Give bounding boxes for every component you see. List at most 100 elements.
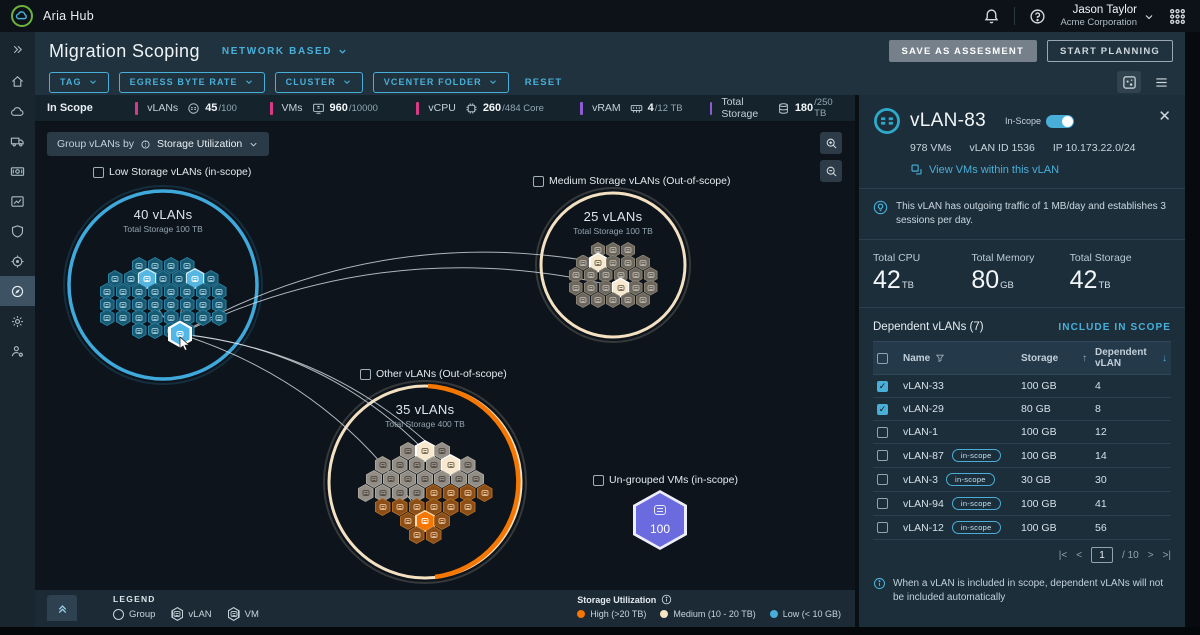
filter-button-vcenter-folder[interactable]: VCENTER FOLDER — [373, 72, 509, 93]
filter-button-tag[interactable]: TAG — [49, 72, 109, 93]
column-header-name[interactable]: Name — [899, 342, 1017, 375]
vlan-glyph-icon — [422, 518, 429, 524]
zoom-in-button[interactable] — [820, 132, 842, 154]
vlan-glyph-icon — [625, 260, 632, 266]
chevron-down-icon — [1143, 10, 1155, 22]
traffic-insight: This vLAN has outgoing traffic of 1 MB/d… — [896, 200, 1171, 227]
vlan-glyph-icon — [176, 276, 183, 282]
row-checkbox[interactable] — [877, 522, 888, 533]
in-scope-toggle[interactable] — [1046, 115, 1074, 128]
include-in-scope-button[interactable]: INCLUDE IN SCOPE — [1058, 322, 1171, 333]
help-icon[interactable] — [1029, 8, 1046, 25]
vlan-details-panel: ✕ vLAN-83 In-Scope 978 VMs vLAN ID 1536 … — [855, 95, 1185, 635]
sidebar-item-home[interactable] — [0, 66, 35, 96]
sidebar-item-migration[interactable] — [0, 126, 35, 156]
column-header-storage[interactable]: Storage↑ — [1017, 342, 1091, 375]
bell-icon[interactable] — [983, 8, 1000, 25]
row-checkbox[interactable] — [877, 450, 888, 461]
vlan-glyph-icon — [610, 247, 617, 253]
in-scope-label: In Scope — [47, 102, 135, 114]
vlan-glyph-icon — [388, 476, 395, 482]
row-checkbox[interactable] — [877, 474, 888, 485]
select-all-checkbox[interactable] — [877, 353, 888, 364]
prev-page-button[interactable]: < — [1076, 550, 1082, 561]
vlan-glyph-icon — [439, 518, 446, 524]
metric-total-cpu: Total CPU42TB — [873, 252, 971, 295]
vlan-glyph-icon — [447, 504, 454, 510]
storage-legend-high: High (>20 TB) — [577, 609, 646, 619]
checkbox[interactable] — [93, 167, 104, 178]
bubble-view-toggle[interactable] — [1117, 71, 1141, 93]
reset-filters-button[interactable]: RESET — [525, 77, 563, 88]
close-icon[interactable]: ✕ — [1158, 107, 1171, 125]
legend-item-vm: VM — [228, 607, 259, 621]
vlan-glyph-icon — [647, 285, 654, 291]
storage-value: 100 GB — [1017, 421, 1091, 444]
sidebar-item-network-scoping[interactable] — [0, 276, 35, 306]
table-row: vLAN-1100 GB12 — [873, 421, 1171, 444]
checkbox[interactable] — [360, 369, 371, 380]
column-header-dependent-vlan[interactable]: Dependent vLAN↓ — [1091, 342, 1171, 375]
divider — [1014, 7, 1015, 25]
zoom-in-icon — [825, 137, 838, 150]
chevron-down-icon — [248, 139, 259, 150]
sidebar-item-plan[interactable] — [0, 246, 35, 276]
vlan-glyph-icon — [200, 289, 207, 295]
row-checkbox[interactable] — [877, 498, 888, 509]
sidebar-item-expand[interactable] — [0, 32, 35, 66]
filter-button-cluster[interactable]: CLUSTER — [275, 72, 363, 93]
last-page-button[interactable]: >| — [1163, 550, 1171, 561]
zoom-out-button[interactable] — [820, 160, 842, 182]
vlan-glyph-icon — [200, 302, 207, 308]
row-checkbox[interactable] — [877, 427, 888, 438]
sidebar-item-clouds[interactable] — [0, 96, 35, 126]
vlan-icon — [873, 107, 901, 135]
chevron-down-icon — [488, 77, 498, 87]
current-page-input[interactable]: 1 — [1091, 547, 1113, 563]
scoping-mode-dropdown[interactable]: NETWORK BASED — [222, 46, 348, 57]
vlan-glyph-icon — [447, 462, 454, 468]
vlan-glyph-icon — [422, 448, 429, 454]
apps-icon[interactable] — [1169, 8, 1186, 25]
vlan-glyph-icon — [184, 302, 191, 308]
sidebar-item-admin[interactable] — [0, 336, 35, 366]
first-page-button[interactable]: |< — [1059, 550, 1067, 561]
cloud-icon — [10, 104, 25, 119]
chevron-down-icon — [337, 46, 348, 57]
table-pagination: |<<1/ 10>>| — [873, 547, 1171, 563]
db-icon — [777, 102, 790, 115]
view-vms-link[interactable]: View VMs within this vLAN — [910, 163, 1171, 176]
start-planning-button[interactable]: START PLANNING — [1047, 40, 1173, 62]
checkbox[interactable] — [593, 475, 604, 486]
vlan-glyph-icon — [632, 272, 639, 278]
next-page-button[interactable]: > — [1148, 550, 1154, 561]
filter-button-egress-byte-rate[interactable]: EGRESS BYTE RATE — [119, 72, 265, 93]
top-bar: Aria Hub Jason Taylor Acme Corporation — [0, 0, 1200, 32]
sidebar-item-security[interactable] — [0, 216, 35, 246]
scope-note: When a vLAN is included in scope, depend… — [893, 577, 1171, 604]
vlan-glyph-icon — [379, 490, 386, 496]
right-gutter — [1185, 32, 1200, 635]
legend-collapse-button[interactable] — [47, 595, 77, 621]
vlan-glyph-icon — [464, 504, 471, 510]
sidebar-item-dashboards[interactable] — [0, 186, 35, 216]
vlan-glyph-icon — [136, 328, 143, 334]
user-menu[interactable]: Jason Taylor Acme Corporation — [1060, 3, 1155, 29]
list-view-toggle[interactable] — [1149, 71, 1173, 93]
vlan-glyph-icon — [439, 476, 446, 482]
vlan-name: vLAN-94 — [903, 498, 944, 510]
sidebar-item-settings[interactable] — [0, 306, 35, 336]
sidebar-item-cost[interactable] — [0, 156, 35, 186]
row-checkbox[interactable]: ✓ — [877, 381, 888, 392]
vlan-bubble-canvas[interactable]: Low Storage vLANs (in-scope)40 vLANsTota… — [35, 122, 855, 590]
group-circle-icon — [113, 609, 124, 620]
group-vlans-by-dropdown[interactable]: Group vLANs byStorage Utilization — [47, 132, 269, 156]
vlan-glyph-icon — [580, 297, 587, 303]
vlan-glyph-icon — [413, 504, 420, 510]
vlan-name: vLAN-87 — [903, 450, 944, 462]
vlan-glyph-icon — [447, 490, 454, 496]
vlan-glyph-icon — [136, 263, 143, 269]
save-as-assessment-button[interactable]: SAVE AS ASSESMENT — [889, 40, 1037, 62]
row-checkbox[interactable]: ✓ — [877, 404, 888, 415]
checkbox[interactable] — [533, 176, 544, 187]
